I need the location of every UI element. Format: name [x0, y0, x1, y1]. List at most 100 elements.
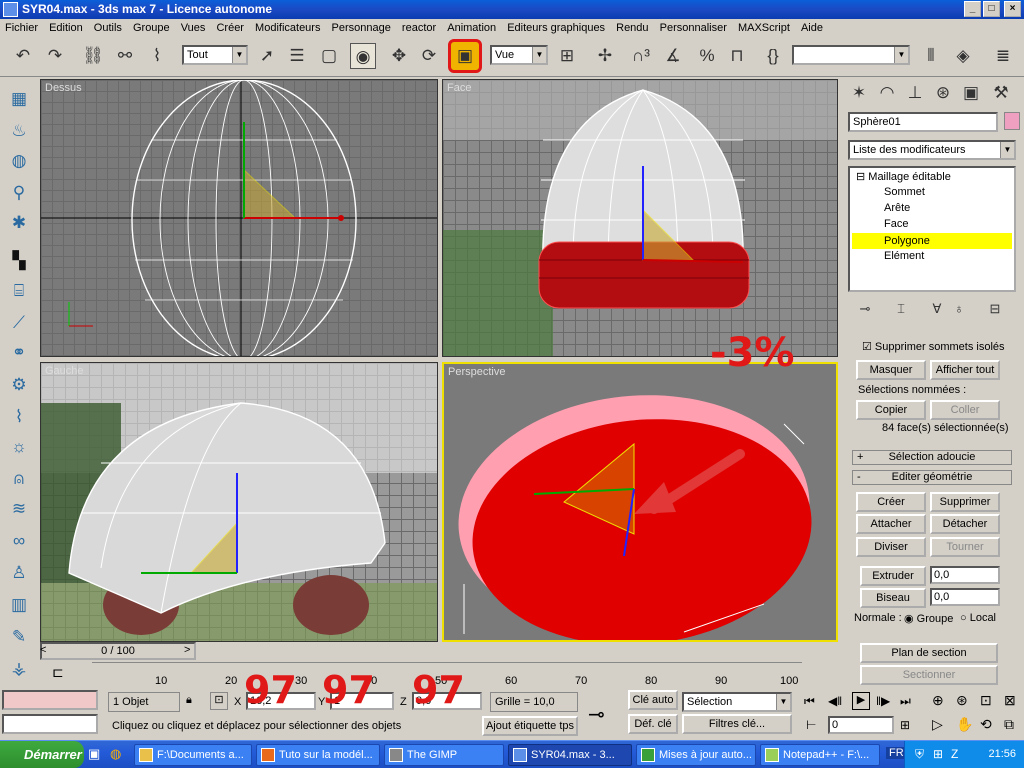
- viewport-perspective[interactable]: Perspective: [442, 362, 838, 642]
- create-box-icon[interactable]: ▦: [6, 86, 32, 112]
- rotate-icon[interactable]: ⟳: [416, 43, 442, 69]
- menu-groupe[interactable]: Groupe: [130, 19, 173, 37]
- angle-snap-icon[interactable]: ∡: [660, 43, 686, 69]
- biseau-spinner[interactable]: 0,0: [930, 588, 1000, 606]
- menu-editeurs-graphiques[interactable]: Editeurs graphiques: [504, 19, 608, 37]
- fov-icon[interactable]: ▷: [932, 716, 943, 733]
- configure-sets-icon[interactable]: ⊟: [982, 296, 1008, 322]
- menu-aide[interactable]: Aide: [798, 19, 826, 37]
- viewport-top[interactable]: Dessus: [40, 79, 438, 357]
- modify-tab-icon[interactable]: ◠: [874, 80, 900, 106]
- menu-outils[interactable]: Outils: [91, 19, 125, 37]
- viewport-front[interactable]: Face: [442, 79, 838, 357]
- delete-isolated-checkbox[interactable]: ☑ Supprimer sommets isolés: [862, 340, 1005, 353]
- next-key-icon[interactable]: ‖▶: [876, 694, 890, 708]
- checker-icon[interactable]: ▚: [6, 248, 32, 274]
- prev-frame-icon[interactable]: <: [40, 644, 46, 656]
- go-start-icon[interactable]: ⏮: [804, 694, 815, 709]
- bone-icon[interactable]: ⟋: [6, 310, 32, 336]
- bulb-icon[interactable]: ☼: [6, 434, 32, 460]
- set-key-button[interactable]: Déf. clé: [628, 714, 678, 734]
- viewport-label[interactable]: Face: [447, 82, 471, 94]
- stack-item-face[interactable]: Face: [884, 218, 908, 230]
- hierarchy-tab-icon[interactable]: ⊥: [902, 80, 928, 106]
- mini-curve-editor-icon[interactable]: ⊏: [52, 664, 64, 681]
- task-gimp[interactable]: The GIMP: [384, 744, 504, 766]
- creer-button[interactable]: Créer: [856, 492, 926, 512]
- maximize-button[interactable]: □: [983, 1, 1000, 17]
- local-radio[interactable]: ○ Local: [960, 612, 996, 624]
- layer-manager-icon[interactable]: ≣: [990, 43, 1016, 69]
- maxscript-input[interactable]: [2, 714, 98, 734]
- scale-icon[interactable]: ▣: [448, 39, 482, 73]
- afficher-tout-button[interactable]: Afficher tout: [930, 360, 1000, 380]
- star-icon[interactable]: ✱: [6, 210, 32, 236]
- sphere-icon[interactable]: ◍: [6, 148, 32, 174]
- rollout-soft-selection[interactable]: + Sélection adoucie: [852, 450, 1012, 465]
- plan-section-button[interactable]: Plan de section: [860, 643, 998, 663]
- snap-3d-icon[interactable]: ∩³: [628, 43, 654, 69]
- task-documents[interactable]: F:\Documents a...: [134, 744, 252, 766]
- knot-icon[interactable]: ∞: [6, 528, 32, 554]
- select-by-name-icon[interactable]: ☰: [284, 43, 310, 69]
- key-filters-button[interactable]: Filtres clé...: [682, 714, 792, 734]
- manipulate-icon[interactable]: ✢: [592, 43, 618, 69]
- prev-key-icon[interactable]: ◀‖: [828, 694, 842, 708]
- zoom-extents-icon[interactable]: ⊡: [980, 692, 992, 709]
- viewport-label[interactable]: Gauche: [45, 365, 84, 377]
- pan-icon[interactable]: ✋: [956, 716, 973, 733]
- absolute-mode-icon[interactable]: ⊡: [210, 692, 228, 710]
- menu-reactor[interactable]: reactor: [399, 19, 439, 37]
- remove-modifier-icon[interactable]: ♁: [946, 296, 972, 322]
- masquer-button[interactable]: Masquer: [856, 360, 926, 380]
- show-desktop-icon[interactable]: ▣: [88, 746, 100, 762]
- hair-icon[interactable]: ▥: [6, 592, 32, 618]
- move-icon[interactable]: ✥: [386, 43, 412, 69]
- gear-icon[interactable]: ⚙: [6, 372, 32, 398]
- selection-filter-select[interactable]: Tout ▼: [182, 45, 248, 65]
- show-end-result-icon[interactable]: ⌶: [888, 296, 914, 322]
- named-selection-select[interactable]: ▼: [792, 45, 910, 65]
- menu-animation[interactable]: Animation: [444, 19, 499, 37]
- stack-item-polygone[interactable]: Polygone: [852, 233, 1012, 249]
- diviser-button[interactable]: Diviser: [856, 537, 926, 557]
- tourner-button[interactable]: Tourner: [930, 537, 1000, 557]
- task-updates[interactable]: Mises à jour auto...: [636, 744, 756, 766]
- modifier-list-select[interactable]: Liste des modificateurs ▼: [848, 140, 1016, 160]
- magnet-icon[interactable]: ⚭: [6, 340, 32, 366]
- percent-snap-icon[interactable]: %: [694, 43, 720, 69]
- stack-item-arete[interactable]: Arête: [884, 202, 910, 214]
- auto-key-button[interactable]: Clé auto: [628, 690, 678, 710]
- stack-root-item[interactable]: ⊟ Maillage éditable: [856, 170, 951, 183]
- zonealarm-icon[interactable]: Z: [951, 741, 958, 768]
- menu-vues[interactable]: Vues: [178, 19, 209, 37]
- display-tab-icon[interactable]: ▣: [958, 80, 984, 106]
- next-frame-icon[interactable]: >: [184, 644, 190, 656]
- menu-maxscript[interactable]: MAXScript: [735, 19, 793, 37]
- viewport-label[interactable]: Dessus: [45, 82, 82, 94]
- attacher-button[interactable]: Attacher: [856, 514, 926, 534]
- menu-edition[interactable]: Edition: [46, 19, 86, 37]
- menu-creer[interactable]: Créer: [213, 19, 247, 37]
- time-slider[interactable]: 0 / 100 < >: [38, 640, 842, 662]
- menu-modificateurs[interactable]: Modificateurs: [252, 19, 323, 37]
- extruder-spinner[interactable]: 0,0: [930, 566, 1000, 584]
- sectionner-button[interactable]: Sectionner: [860, 665, 998, 685]
- bell-icon[interactable]: ⍝: [6, 466, 32, 492]
- close-button[interactable]: ×: [1004, 1, 1021, 17]
- link-icon[interactable]: ⛓: [80, 43, 106, 69]
- ref-coord-select[interactable]: Vue ▼: [490, 45, 548, 65]
- detacher-button[interactable]: Détacher: [930, 514, 1000, 534]
- minimize-button[interactable]: _: [964, 1, 981, 17]
- stack-item-sommet[interactable]: Sommet: [884, 186, 925, 198]
- time-slider-thumb[interactable]: 0 / 100: [40, 642, 196, 660]
- current-frame-field[interactable]: 0: [828, 716, 894, 734]
- spinner-snap-icon[interactable]: ⊓: [724, 43, 750, 69]
- add-time-tag-button[interactable]: Ajout étiquette tps: [482, 716, 578, 736]
- mirror-icon[interactable]: ⫴: [918, 43, 944, 69]
- cylinder-icon[interactable]: ⌸: [6, 278, 32, 304]
- motion-tab-icon[interactable]: ⊛: [930, 80, 956, 106]
- paint-icon[interactable]: ✎: [6, 624, 32, 650]
- viewport-label[interactable]: Perspective: [448, 366, 505, 378]
- groupe-radio[interactable]: ◉ Groupe: [904, 612, 953, 625]
